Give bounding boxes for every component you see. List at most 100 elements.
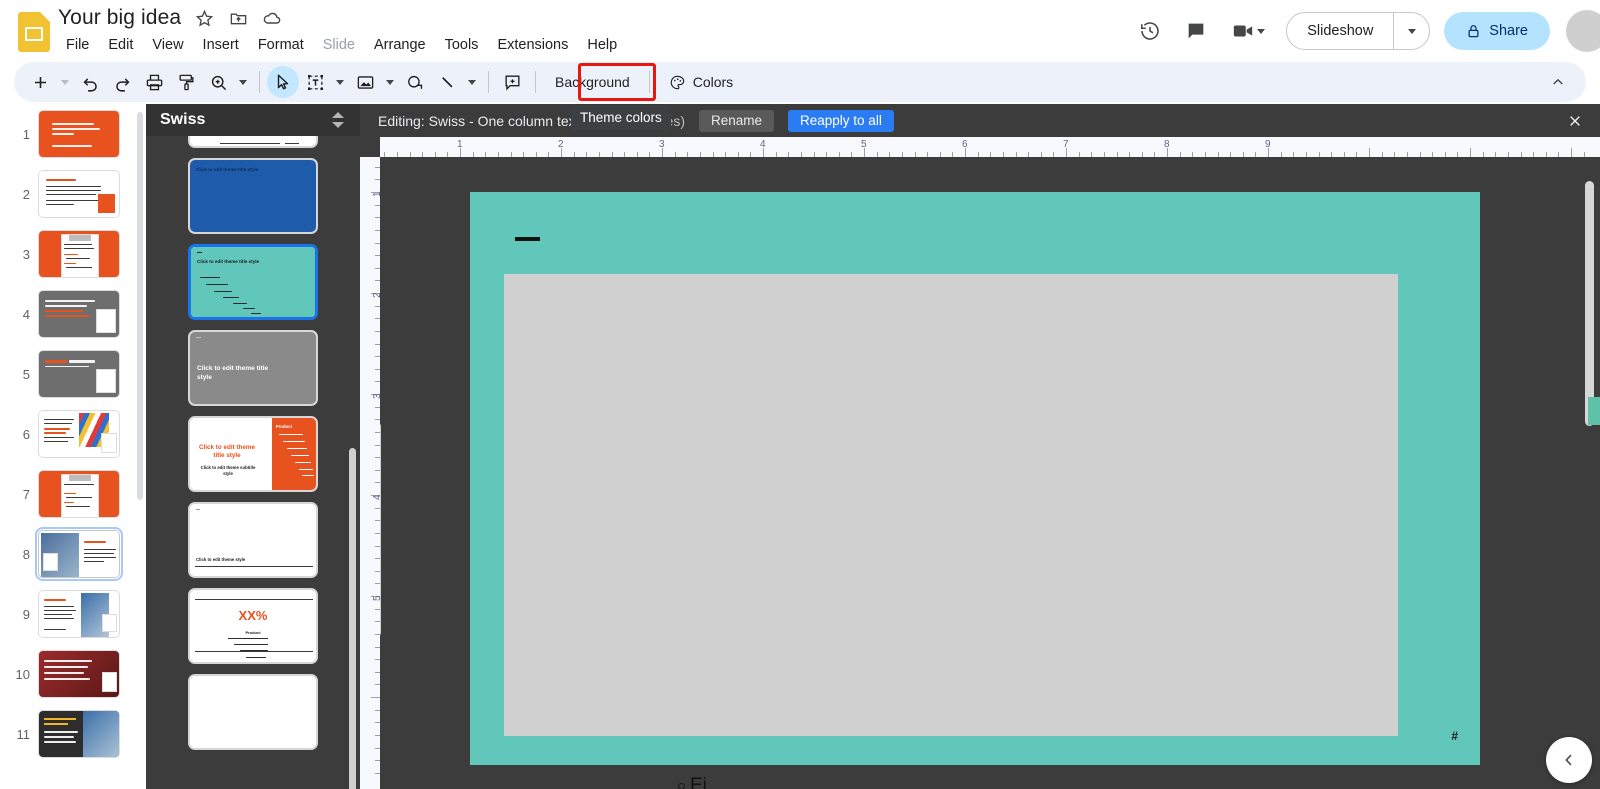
sort-updown-icon[interactable] — [332, 112, 346, 128]
meet-camera-icon[interactable] — [1222, 11, 1274, 51]
cloud-saved-icon[interactable] — [261, 7, 283, 29]
footer-bullet-icon — [678, 783, 685, 789]
shape-button[interactable] — [399, 66, 431, 98]
new-slide-button[interactable] — [24, 66, 56, 98]
insert-image-button[interactable] — [349, 66, 381, 98]
menu-insert[interactable]: Insert — [195, 34, 247, 56]
page-number-placeholder[interactable]: # — [1451, 729, 1458, 743]
list-item[interactable]: 9 — [0, 584, 146, 644]
slide-number: 11 — [16, 726, 31, 742]
menu-extensions[interactable]: Extensions — [489, 34, 576, 56]
layouts-scrollbar[interactable] — [349, 448, 356, 789]
line-button[interactable] — [431, 66, 463, 98]
zoom-dropdown[interactable] — [234, 66, 252, 98]
list-item[interactable]: 7 — [0, 464, 146, 524]
new-slide-dropdown[interactable] — [56, 66, 74, 98]
footer-placeholder[interactable]: Ei — [678, 776, 707, 789]
share-button[interactable]: Share — [1444, 12, 1550, 50]
list-item[interactable]: 4 — [0, 284, 146, 344]
layout-title-white[interactable] — [188, 136, 318, 148]
paint-format-button[interactable] — [170, 66, 202, 98]
comment-button[interactable] — [496, 66, 528, 98]
zoom-button[interactable] — [202, 66, 234, 98]
redo-button[interactable] — [106, 66, 138, 98]
list-item[interactable]: 3 — [0, 224, 146, 284]
list-item[interactable]: 8 — [0, 524, 146, 584]
body-placeholder[interactable] — [504, 274, 1398, 736]
slide-thumbnail[interactable] — [38, 110, 120, 158]
rename-button[interactable]: Rename — [698, 109, 775, 132]
menu-tools[interactable]: Tools — [437, 34, 487, 56]
slide-canvas[interactable]: # — [470, 192, 1480, 765]
layout-teal-one-column[interactable]: Click to edit theme title style — [188, 244, 318, 320]
menu-arrange[interactable]: Arrange — [366, 34, 434, 56]
slide-stage[interactable]: # Ei — [380, 157, 1600, 789]
slideshow-dropdown[interactable] — [1393, 13, 1429, 49]
slide-thumbnail[interactable] — [38, 590, 120, 638]
layouts-list[interactable]: Click to edit theme title style Click to… — [146, 136, 360, 789]
layout-blue-title[interactable]: Click to edit theme title style — [188, 158, 318, 234]
slide-thumbnail[interactable] — [38, 410, 120, 458]
document-title[interactable]: Your big idea — [58, 6, 181, 30]
slide-filmstrip[interactable]: 1 2 3 4 5 6 7 8 9 10 11 — [0, 104, 146, 789]
menu-help[interactable]: Help — [579, 34, 625, 56]
menu-file[interactable]: File — [58, 34, 97, 56]
ruler-label: 7 — [1063, 139, 1069, 150]
menu-format[interactable]: Format — [250, 34, 312, 56]
print-button[interactable] — [138, 66, 170, 98]
theme-colors-button[interactable]: Colors — [657, 69, 745, 96]
slide-thumbnail[interactable] — [35, 527, 123, 581]
presence-marker — [1588, 397, 1600, 425]
background-button[interactable]: Background — [543, 68, 642, 96]
list-item[interactable]: 11 — [0, 704, 146, 764]
slide-thumbnail[interactable] — [38, 470, 120, 518]
menu-slide[interactable]: Slide — [315, 34, 363, 56]
move-to-folder-icon[interactable] — [227, 7, 249, 29]
layout-gray-title[interactable]: Click to edit theme title style — [188, 330, 318, 406]
slide-thumbnail[interactable] — [38, 170, 120, 218]
slide-thumbnail[interactable] — [38, 710, 120, 758]
comment-history-icon[interactable] — [1176, 11, 1216, 51]
select-tool-button[interactable] — [267, 66, 299, 98]
layout-blank-caption[interactable]: Click to edit theme style — [188, 502, 318, 578]
slide-thumbnail[interactable] — [38, 230, 120, 278]
list-item[interactable]: 10 — [0, 644, 146, 704]
menu-view[interactable]: View — [144, 34, 191, 56]
ruler-label: 1 — [457, 139, 463, 150]
collapse-panel-button[interactable] — [1546, 737, 1592, 783]
slide-thumbnail[interactable] — [38, 650, 120, 698]
close-icon[interactable] — [1564, 110, 1586, 132]
line-dropdown[interactable] — [463, 66, 481, 98]
insert-image-dropdown[interactable] — [381, 66, 399, 98]
slide-thumbnail[interactable] — [38, 350, 120, 398]
meet-caret-icon[interactable] — [1256, 28, 1265, 34]
slide-thumbnail[interactable] — [38, 290, 120, 338]
list-item[interactable]: 2 — [0, 164, 146, 224]
layout-blank[interactable] — [188, 674, 318, 750]
star-icon[interactable] — [193, 7, 215, 29]
layout-orange-split[interactable]: Click to edit theme title style Click to… — [188, 416, 318, 492]
text-box-dropdown[interactable] — [331, 66, 349, 98]
list-item[interactable]: 6 — [0, 404, 146, 464]
list-item[interactable]: 5 — [0, 344, 146, 404]
reapply-to-all-button[interactable]: Reapply to all — [788, 109, 894, 132]
menu-edit[interactable]: Edit — [100, 34, 141, 56]
header-actions: Slideshow Share — [1130, 8, 1600, 54]
palette-icon — [670, 75, 684, 89]
undo-button[interactable] — [74, 66, 106, 98]
canvas-vertical-scrollbar[interactable] — [1585, 181, 1594, 426]
layouts-outer-scrollbar[interactable] — [380, 422, 381, 637]
title-placeholder-dash[interactable] — [515, 237, 540, 241]
avatar[interactable] — [1566, 10, 1600, 52]
ruler-corner — [360, 137, 380, 157]
chevron-left-icon — [1565, 754, 1572, 766]
text-box-button[interactable] — [299, 66, 331, 98]
layout-big-number[interactable]: XX% Product — [188, 588, 318, 664]
collapse-toolbar-icon[interactable] — [1546, 70, 1570, 94]
horizontal-ruler[interactable]: 1 2 3 4 5 6 7 8 9 — [360, 137, 1600, 157]
slideshow-button[interactable]: Slideshow — [1287, 13, 1393, 49]
ruler-label: 4 — [760, 139, 766, 150]
list-item[interactable]: 1 — [0, 104, 146, 164]
vertical-ruler[interactable]: 12345 — [360, 157, 383, 789]
version-history-icon[interactable] — [1130, 11, 1170, 51]
